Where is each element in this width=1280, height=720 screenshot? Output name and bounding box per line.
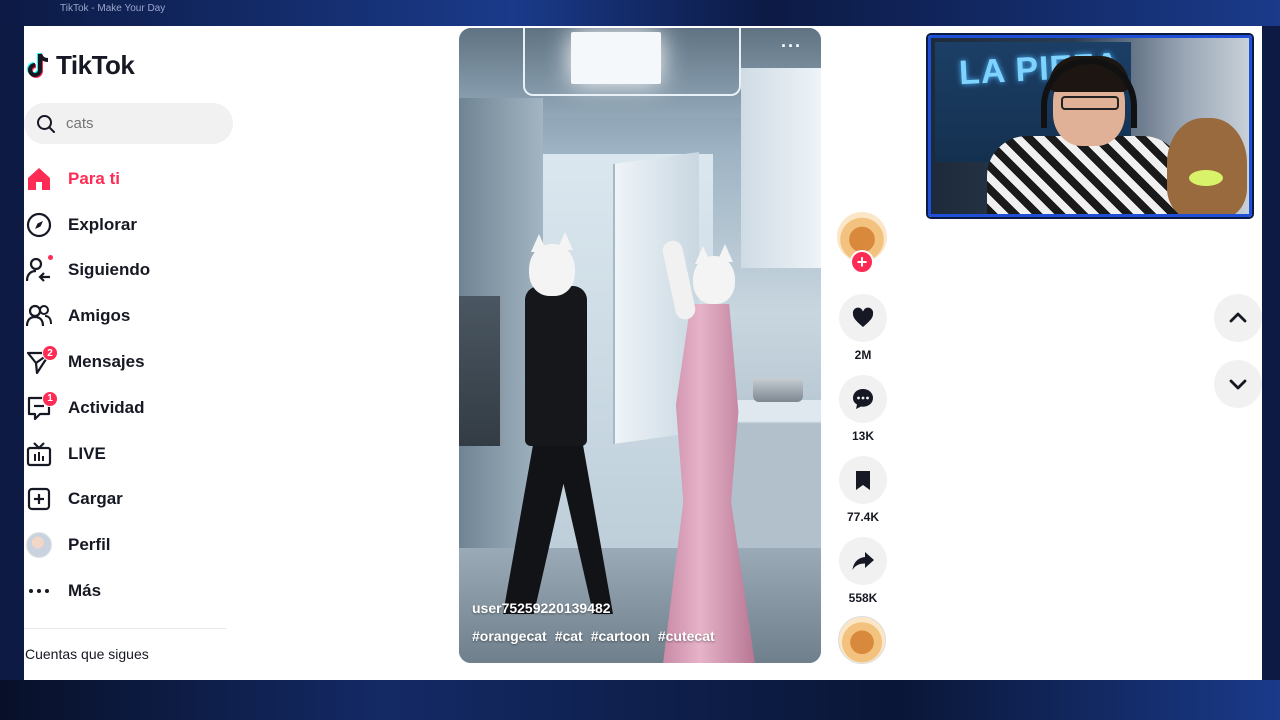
home-icon: [26, 166, 52, 192]
follow-button[interactable]: +: [850, 250, 874, 274]
previous-video-button[interactable]: [1214, 294, 1262, 342]
sidebar-item-mensajes[interactable]: 2 Mensajes: [24, 339, 234, 385]
creator-avatar[interactable]: +: [837, 212, 887, 274]
like-action: 2M: [838, 294, 888, 362]
save-action: 77.4K: [838, 456, 888, 524]
sidebar-item-mas[interactable]: Más: [24, 568, 234, 614]
comment-icon: [853, 389, 873, 409]
sidebar-item-label: Para ti: [68, 168, 120, 188]
sidebar-item-amigos[interactable]: Amigos: [24, 293, 234, 339]
activity-badge: 1: [42, 390, 58, 407]
music-disc[interactable]: [838, 616, 886, 664]
webcam-person-glasses: [1061, 96, 1119, 110]
search-input[interactable]: [66, 115, 216, 132]
comment-count: 13K: [851, 429, 874, 443]
tiktok-logo-icon: [27, 52, 49, 78]
save-button[interactable]: [839, 456, 887, 504]
sidebar-item-label: Cargar: [68, 489, 123, 509]
sidebar-item-actividad[interactable]: 1 Actividad: [24, 385, 234, 431]
video-player[interactable]: ··· user75259220139482 #orangecat #cat #…: [459, 28, 821, 663]
share-button[interactable]: [839, 537, 887, 585]
profile-avatar: [26, 532, 52, 559]
sidebar-item-label: LIVE: [68, 443, 106, 463]
search-icon: [37, 114, 55, 133]
sidebar-item-perfil[interactable]: Perfil: [24, 522, 234, 568]
sidebar-item-explorar[interactable]: Explorar: [24, 202, 234, 248]
webcam-plush-light: [1189, 170, 1223, 186]
webcam-capybara-plush: [1167, 118, 1247, 214]
following-accounts-title: Cuentas que sigues: [25, 646, 149, 662]
video-more-options-icon[interactable]: ···: [781, 36, 802, 57]
sidebar-item-siguiendo[interactable]: Siguiendo: [24, 248, 234, 294]
hashtag-link[interactable]: #orangecat: [472, 628, 547, 644]
share-action: 558K: [838, 537, 888, 605]
video-cat-female-head: [693, 256, 735, 304]
video-cat-male-head: [529, 244, 575, 296]
next-video-button[interactable]: [1214, 360, 1262, 408]
like-button[interactable]: [839, 294, 887, 342]
compass-icon: [26, 212, 52, 238]
sidebar-item-label: Explorar: [68, 214, 137, 234]
sidebar-item-label: Mensajes: [68, 352, 145, 372]
live-icon: [26, 441, 52, 467]
webcam-person-shirt: [987, 136, 1183, 214]
video-action-rail: + 2M 13K 77.4K 558K: [837, 212, 889, 664]
bookmark-icon: [856, 471, 870, 490]
chevron-up-icon: [1229, 312, 1247, 323]
stream-frame-right: [1262, 26, 1280, 680]
video-scene-oven: [459, 296, 503, 446]
comment-action: 13K: [838, 375, 888, 443]
tiktok-logo[interactable]: TikTok: [26, 50, 135, 81]
more-icon: [26, 578, 52, 604]
video-cat-male-body: [525, 286, 587, 446]
upload-icon: [26, 486, 52, 512]
video-username[interactable]: user75259220139482: [472, 600, 611, 616]
stream-frame-top: TikTok - Make Your Day: [0, 0, 1280, 26]
sidebar-nav: Para ti Explorar Siguiendo Amigos 2 Mens…: [24, 156, 234, 614]
sidebar-divider: [24, 628, 226, 629]
video-scene-pot: [753, 378, 803, 402]
sidebar-item-para-ti[interactable]: Para ti: [24, 156, 234, 202]
video-hashtags: #orangecat #cat #cartoon #cutecat: [472, 628, 715, 644]
sidebar-item-live[interactable]: LIVE: [24, 431, 234, 477]
hashtag-link[interactable]: #cartoon: [591, 628, 650, 644]
video-scene-cabinet: [741, 68, 821, 268]
hashtag-link[interactable]: #cat: [555, 628, 583, 644]
search-bar[interactable]: [24, 103, 233, 144]
sidebar-item-label: Amigos: [68, 306, 131, 326]
stream-frame-left: [0, 26, 24, 680]
like-count: 2M: [854, 348, 872, 362]
stream-frame-bottom: [0, 680, 1280, 720]
sidebar-item-label: Actividad: [68, 397, 145, 417]
streamer-webcam-overlay: LA PIEZA: [928, 35, 1252, 217]
share-count: 558K: [848, 591, 878, 605]
sidebar-item-label: Perfil: [68, 535, 111, 555]
messages-badge: 2: [42, 345, 58, 362]
sidebar: TikTok Para ti Explorar: [24, 26, 234, 680]
avatar: [26, 532, 52, 559]
hashtag-link[interactable]: #cutecat: [658, 628, 715, 644]
logo-text: TikTok: [56, 50, 135, 80]
video-scene-light-strip: [523, 28, 741, 96]
friends-icon: [26, 303, 52, 329]
following-icon: [26, 255, 53, 283]
sidebar-item-cargar[interactable]: Cargar: [24, 477, 234, 523]
browser-tab-title[interactable]: TikTok - Make Your Day: [60, 3, 165, 14]
heart-icon: [852, 307, 874, 327]
sidebar-item-label: Siguiendo: [68, 260, 151, 280]
share-icon: [852, 552, 874, 570]
sidebar-item-label: Más: [68, 581, 102, 601]
activity-icon: 1: [26, 390, 58, 421]
new-content-dot: [48, 255, 53, 261]
chevron-down-icon: [1229, 379, 1247, 390]
comment-button[interactable]: [839, 375, 887, 423]
messages-icon: 2: [26, 345, 58, 375]
save-count: 77.4K: [846, 510, 880, 524]
